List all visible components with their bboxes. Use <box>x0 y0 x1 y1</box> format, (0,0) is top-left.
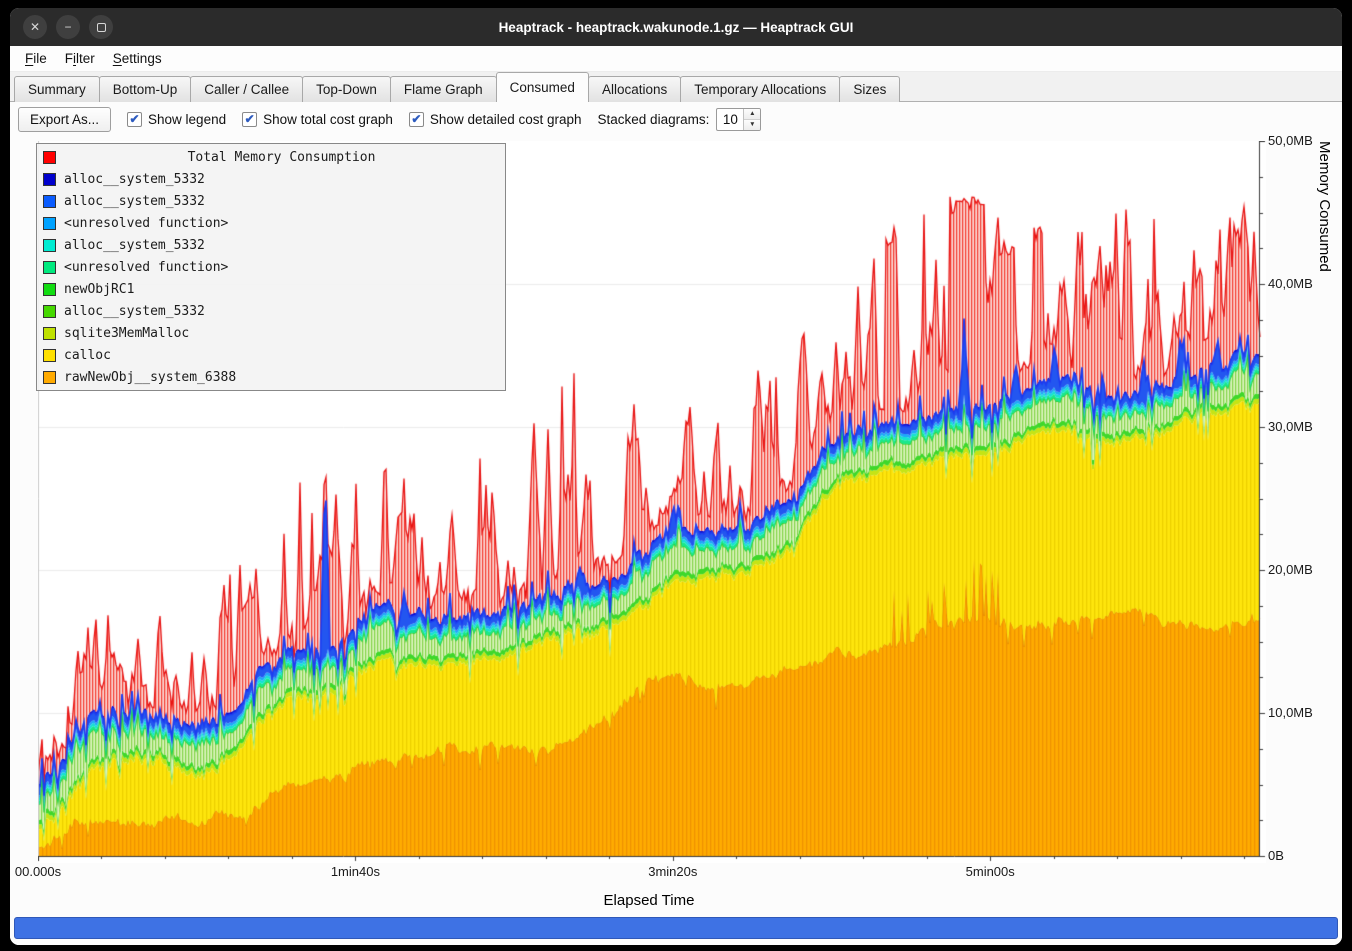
checkbox-show-detailed-cost-graph[interactable]: ✔ Show detailed cost graph <box>409 112 582 127</box>
legend-item: sqlite3MemMalloc <box>37 322 505 344</box>
legend-title-row: Total Memory Consumption <box>37 146 505 168</box>
legend-swatch-icon <box>43 173 56 186</box>
legend-item: alloc__system_5332 <box>37 190 505 212</box>
legend-item: <unresolved function> <box>37 256 505 278</box>
legend-swatch-icon <box>43 371 56 384</box>
tab-top-down[interactable]: Top-Down <box>302 76 391 102</box>
legend-swatch-icon <box>43 305 56 318</box>
menu-settings[interactable]: Settings <box>104 48 171 69</box>
legend-swatch-icon <box>43 239 56 252</box>
checkbox-box[interactable]: ✔ <box>242 112 257 127</box>
tab-consumed[interactable]: Consumed <box>496 72 589 102</box>
legend-label: alloc__system_5332 <box>64 172 205 187</box>
checkbox-label: Show total cost graph <box>263 112 393 127</box>
spinbox-buttons: ▲ ▼ <box>743 109 760 130</box>
legend-label: alloc__system_5332 <box>64 194 205 209</box>
legend-item: alloc__system_5332 <box>37 300 505 322</box>
chart-region: Total Memory Consumption alloc__system_53… <box>10 136 1342 945</box>
menubar: FileFilterSettings <box>10 46 1342 72</box>
legend-swatch-icon <box>43 283 56 296</box>
maximize-button[interactable] <box>89 15 113 39</box>
menu-file[interactable]: File <box>16 48 56 69</box>
tab-flame-graph[interactable]: Flame Graph <box>390 76 497 102</box>
legend-swatch-icon <box>43 151 56 164</box>
x-tick-label: 3min20s <box>648 864 697 879</box>
tab-summary[interactable]: Summary <box>14 76 100 102</box>
legend-title: Total Memory Consumption <box>64 150 499 165</box>
chart-legend: Total Memory Consumption alloc__system_53… <box>36 143 506 391</box>
window-title: Heaptrack - heaptrack.wakunode.1.gz — He… <box>10 20 1342 35</box>
stacked-diagrams-control: Stacked diagrams: 10 ▲ ▼ <box>598 108 762 131</box>
y-axis-title: Memory Consumed <box>1316 141 1333 856</box>
legend-item: <unresolved function> <box>37 212 505 234</box>
legend-label: <unresolved function> <box>64 260 228 275</box>
x-axis-title: Elapsed Time <box>38 892 1260 909</box>
legend-swatch-icon <box>43 217 56 230</box>
maximize-icon <box>97 23 106 32</box>
x-tick-label: 1min40s <box>331 864 380 879</box>
tab-bottom-up[interactable]: Bottom-Up <box>99 76 192 102</box>
app-window: ✕ − Heaptrack - heaptrack.wakunode.1.gz … <box>10 8 1342 945</box>
stacked-diagrams-spinbox[interactable]: 10 ▲ ▼ <box>716 108 761 131</box>
stacked-diagrams-value[interactable]: 10 <box>717 109 743 130</box>
close-icon: ✕ <box>30 21 40 33</box>
window-controls: ✕ − <box>23 15 113 39</box>
legend-label: newObjRC1 <box>64 282 134 297</box>
chevron-down-icon: ▼ <box>749 121 755 128</box>
legend-swatch-icon <box>43 261 56 274</box>
spinbox-down-button[interactable]: ▼ <box>744 119 760 130</box>
legend-item: calloc <box>37 344 505 366</box>
checkbox-box[interactable]: ✔ <box>127 112 142 127</box>
close-button[interactable]: ✕ <box>23 15 47 39</box>
toolbar: Export As... ✔ Show legend ✔ Show total cos… <box>10 102 1342 136</box>
toolbar-checkboxes: ✔ Show legend ✔ Show total cost graph ✔ Show … <box>127 112 582 127</box>
legend-item: alloc__system_5332 <box>37 234 505 256</box>
spinbox-up-button[interactable]: ▲ <box>744 109 760 120</box>
x-tick-label: 00.000s <box>15 864 61 879</box>
menu-filter[interactable]: Filter <box>56 48 104 69</box>
tab-bar: SummaryBottom-UpCaller / CalleeTop-DownF… <box>10 72 1342 102</box>
x-tick-label: 5min00s <box>966 864 1015 879</box>
legend-swatch-icon <box>43 349 56 362</box>
legend-item: newObjRC1 <box>37 278 505 300</box>
minimize-button[interactable]: − <box>56 15 80 39</box>
export-as-button[interactable]: Export As... <box>18 107 111 132</box>
legend-label: calloc <box>64 348 111 363</box>
checkbox-box[interactable]: ✔ <box>409 112 424 127</box>
checkbox-show-total-cost-graph[interactable]: ✔ Show total cost graph <box>242 112 393 127</box>
legend-item: alloc__system_5332 <box>37 168 505 190</box>
legend-swatch-icon <box>43 195 56 208</box>
legend-label: alloc__system_5332 <box>64 238 205 253</box>
minimize-icon: − <box>64 21 71 33</box>
checkbox-label: Show legend <box>148 112 226 127</box>
tab-sizes[interactable]: Sizes <box>839 76 900 102</box>
legend-label: alloc__system_5332 <box>64 304 205 319</box>
legend-swatch-icon <box>43 327 56 340</box>
legend-label: sqlite3MemMalloc <box>64 326 189 341</box>
checkbox-show-legend[interactable]: ✔ Show legend <box>127 112 226 127</box>
legend-label: <unresolved function> <box>64 216 228 231</box>
chevron-up-icon: ▲ <box>749 110 755 117</box>
timeline-range-slider[interactable] <box>14 917 1338 939</box>
stacked-diagrams-label: Stacked diagrams: <box>598 112 710 127</box>
legend-item: rawNewObj__system_6388 <box>37 366 505 388</box>
tab-caller-callee[interactable]: Caller / Callee <box>190 76 303 102</box>
tab-temporary-allocations[interactable]: Temporary Allocations <box>680 76 840 102</box>
checkbox-label: Show detailed cost graph <box>430 112 582 127</box>
tab-allocations[interactable]: Allocations <box>588 76 681 102</box>
legend-label: rawNewObj__system_6388 <box>64 370 236 385</box>
titlebar[interactable]: ✕ − Heaptrack - heaptrack.wakunode.1.gz … <box>10 8 1342 46</box>
